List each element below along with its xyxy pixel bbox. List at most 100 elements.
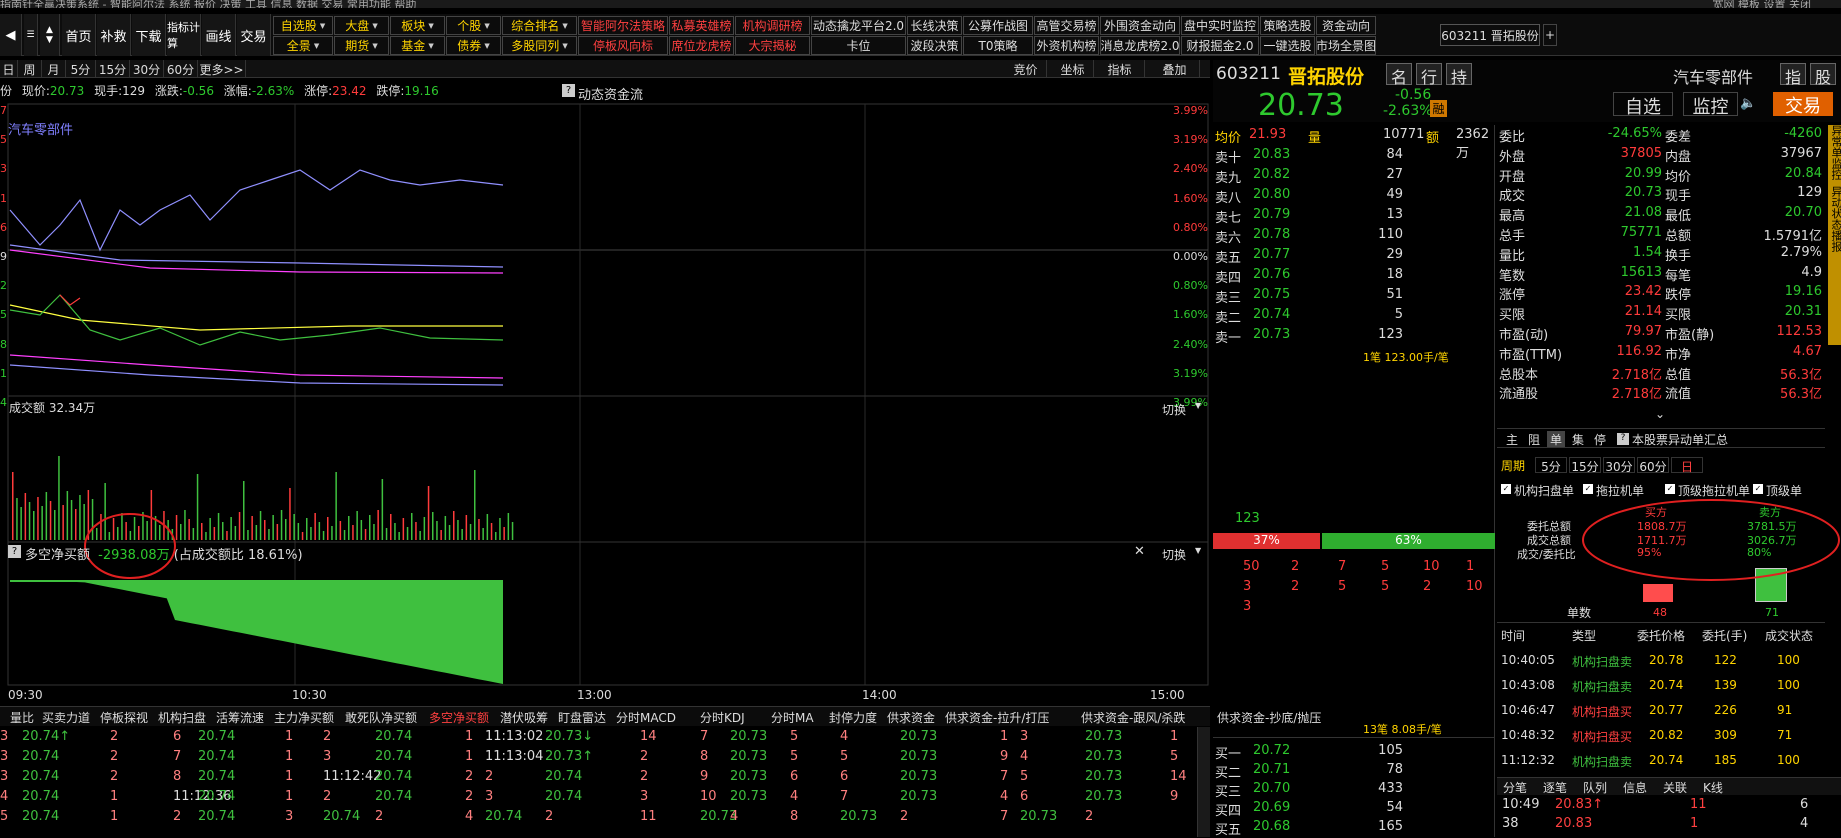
checkbox-2[interactable]: ✓ xyxy=(1665,484,1675,494)
nav-button-3[interactable]: 指标计算 xyxy=(167,14,201,56)
menu-row2-0[interactable]: 全景 xyxy=(273,36,333,55)
indicator-tab-14[interactable]: 供求资金 xyxy=(887,707,935,727)
volume-switch[interactable]: 切换 xyxy=(1162,401,1186,418)
menu-row2-1[interactable]: 期货 xyxy=(334,36,389,55)
menu-row2-11[interactable]: 外资机构榜 xyxy=(1034,36,1099,55)
sell-level-row[interactable]: 卖四 20.76 18 xyxy=(1213,265,1495,286)
sell-level-row[interactable]: 卖七 20.79 13 xyxy=(1213,205,1495,226)
net-switch[interactable]: 切换 xyxy=(1162,546,1186,563)
indicator-tab-2[interactable]: 停板探视 xyxy=(100,707,148,727)
indicator-tab-12[interactable]: 分时MA xyxy=(771,707,814,727)
indicator-tab-11[interactable]: 分时KDJ xyxy=(700,707,745,727)
menu-row1-15[interactable]: 资金动向 xyxy=(1316,16,1376,35)
menu-row1-9[interactable]: 长线决策 xyxy=(907,16,962,35)
menu-row1-6[interactable]: 私募英雄榜 xyxy=(669,16,734,35)
sell-level-row[interactable]: 卖二 20.74 5 xyxy=(1213,305,1495,326)
window-controls[interactable]: 宽网 模板 设置 关闭 xyxy=(1713,0,1812,8)
side-period-4[interactable]: 日 xyxy=(1671,457,1703,474)
side-period-0[interactable]: 5分 xyxy=(1535,457,1567,474)
nav-button-1[interactable]: 补救 xyxy=(97,14,131,56)
period-0[interactable]: 日 xyxy=(0,60,18,78)
scrollbar[interactable] xyxy=(1197,727,1210,837)
menu-row1-14[interactable]: 策略选股 xyxy=(1260,16,1315,35)
menu-row1-4[interactable]: 综合排名 xyxy=(502,16,577,35)
add-tab-button[interactable]: + xyxy=(1543,24,1557,46)
menu-row2-3[interactable]: 债券 xyxy=(446,36,501,55)
checkbox-1[interactable]: ✓ xyxy=(1583,484,1593,494)
tick-tab-5[interactable]: K线 xyxy=(1703,778,1723,796)
menu-row1-13[interactable]: 盘中实时监控 xyxy=(1181,16,1259,35)
indicator-tab-1[interactable]: 买卖力道 xyxy=(42,707,90,727)
side-tab-4[interactable]: 停 xyxy=(1591,431,1609,447)
indicator-tab-9[interactable]: 盯盘雷达 xyxy=(558,707,606,727)
side-period-2[interactable]: 30分 xyxy=(1603,457,1635,474)
indicator-tab-0[interactable]: 量比 xyxy=(10,707,34,727)
indicator-tab-4[interactable]: 活筹流速 xyxy=(216,707,264,727)
indicator-tab-7[interactable]: 多空净买额 xyxy=(429,707,489,727)
header-right-btn-0[interactable]: 指 xyxy=(1780,63,1806,87)
nav-button-4[interactable]: 画线 xyxy=(202,14,236,56)
indicator-tab-15[interactable]: 供求资金-拉升/打压 xyxy=(945,707,1049,727)
period-4[interactable]: 15分 xyxy=(96,60,130,78)
menu-row2-6[interactable]: 席位龙虎榜 xyxy=(669,36,734,55)
menu-row1-2[interactable]: 板块 xyxy=(390,16,445,35)
indicator-tab-13[interactable]: 封停力度 xyxy=(829,707,877,727)
menu-row1-8[interactable]: 动态擒龙平台2.0 xyxy=(811,16,906,35)
period-5[interactable]: 30分 xyxy=(130,60,164,78)
checkbox-0[interactable]: ✓ xyxy=(1501,484,1511,494)
nav-button-5[interactable]: 交易 xyxy=(237,14,271,56)
switch-chevron-icon[interactable]: ▼ xyxy=(1195,401,1201,410)
period-2[interactable]: 月 xyxy=(42,60,66,78)
sell-level-row[interactable]: 卖五 20.77 29 xyxy=(1213,245,1495,266)
menu-row2-10[interactable]: T0策略 xyxy=(963,36,1033,55)
tick-tab-3[interactable]: 信息 xyxy=(1623,778,1647,796)
indicator-tab-6[interactable]: 敢死队净买额 xyxy=(345,707,417,727)
period-6[interactable]: 60分 xyxy=(164,60,198,78)
side-tab-1[interactable]: 阻 xyxy=(1525,431,1543,447)
add-watchlist-button[interactable]: 自选 xyxy=(1613,92,1673,118)
indicator-tab-16[interactable]: 供求资金-跟风/杀跌 xyxy=(1081,707,1185,727)
menu-row1-12[interactable]: 外围资金动向 xyxy=(1100,16,1180,35)
checkbox-3[interactable]: ✓ xyxy=(1753,484,1763,494)
header-btn-1[interactable]: 行 xyxy=(1416,63,1442,87)
side-summary[interactable]: 本股票异动单汇总 xyxy=(1632,431,1728,448)
chart-option-0[interactable]: 竞价 xyxy=(1005,60,1047,78)
sell-level-row[interactable]: 卖八 20.80 49 xyxy=(1213,185,1495,206)
indicator-tab-5[interactable]: 主力净买额 xyxy=(274,707,334,727)
sell-level-row[interactable]: 卖六 20.78 110 xyxy=(1213,225,1495,246)
nav-button-2[interactable]: 下载 xyxy=(132,14,166,56)
chart-option-3[interactable]: 叠加 xyxy=(1150,60,1200,78)
menu-row2-7[interactable]: 大宗揭秘 xyxy=(735,36,810,55)
indicator-tab-3[interactable]: 机构扫盘 xyxy=(158,707,206,727)
header-btn-2[interactable]: 持 xyxy=(1446,63,1472,87)
period-3[interactable]: 5分 xyxy=(66,60,96,78)
menu-row2-15[interactable]: 市场全景图 xyxy=(1316,36,1376,55)
period-7[interactable]: 更多>> xyxy=(198,60,246,78)
monitor-button[interactable]: 监控 xyxy=(1683,92,1738,118)
chart-option-2[interactable]: 指标 xyxy=(1095,60,1145,78)
scroll-arrows-icon[interactable]: ▲ ▼ xyxy=(40,14,60,56)
expand-chevron-icon[interactable]: ⌄ xyxy=(1655,407,1665,421)
monitor-strip[interactable]: 异常单监控 异动状态播报 xyxy=(1828,125,1841,345)
intraday-chart[interactable] xyxy=(0,100,1210,695)
menu-row1-0[interactable]: 自选股 xyxy=(273,16,333,35)
expand-icon[interactable]: ☰ xyxy=(24,14,38,56)
menu-row1-10[interactable]: 公募作战图 xyxy=(963,16,1033,35)
side-tab-3[interactable]: 集 xyxy=(1569,431,1587,447)
menu-row2-8[interactable]: 卡位 xyxy=(811,36,906,55)
tick-tab-1[interactable]: 逐笔 xyxy=(1543,778,1567,796)
sell-level-row[interactable]: 卖三 20.75 51 xyxy=(1213,285,1495,306)
menu-row2-12[interactable]: 消息龙虎榜2.0 xyxy=(1100,36,1180,55)
close-icon[interactable]: ✕ xyxy=(1134,544,1145,559)
menu-row2-9[interactable]: 波段决策 xyxy=(907,36,962,55)
chart-option-1[interactable]: 坐标 xyxy=(1052,60,1094,78)
help-icon[interactable]: ? xyxy=(562,84,575,97)
header-right-btn-1[interactable]: 股 xyxy=(1810,63,1836,87)
sell-level-row[interactable]: 卖十 20.83 84 xyxy=(1213,145,1495,166)
indicator-tab-8[interactable]: 潜伏吸筹 xyxy=(500,707,548,727)
menu-row2-5[interactable]: 停板风向标 xyxy=(578,36,668,55)
menu-row1-5[interactable]: 智能阿尔法策略 xyxy=(578,16,668,35)
menu-row2-14[interactable]: 一键选股 xyxy=(1260,36,1315,55)
period-1[interactable]: 周 xyxy=(18,60,42,78)
tick-tab-4[interactable]: 关联 xyxy=(1663,778,1687,796)
